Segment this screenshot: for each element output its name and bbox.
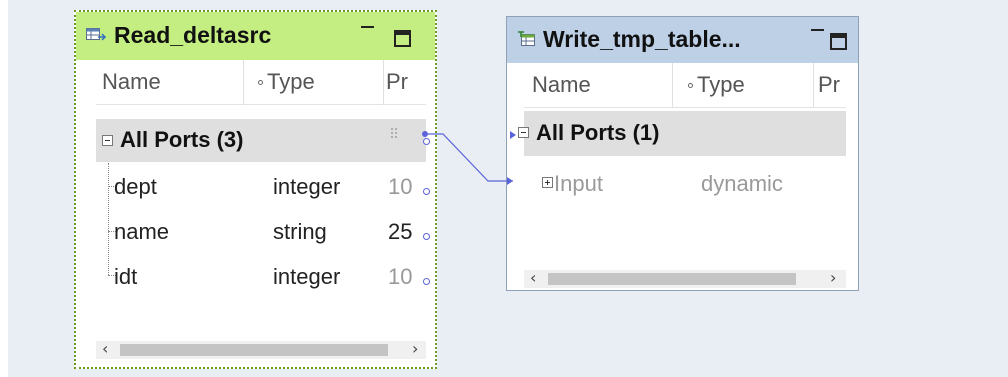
output-port-dot[interactable] bbox=[423, 138, 430, 145]
port-type: integer bbox=[273, 264, 341, 289]
port-type: integer bbox=[273, 174, 341, 199]
column-precision-header[interactable]: Pr bbox=[386, 69, 408, 95]
minimize-icon[interactable] bbox=[811, 29, 824, 31]
port-name: idt bbox=[114, 264, 138, 289]
sort-indicator-icon bbox=[258, 80, 263, 85]
source-title: Read_deltasrc bbox=[114, 22, 272, 48]
port-row-input[interactable]: Input dynamic bbox=[524, 161, 846, 206]
horizontal-scrollbar[interactable]: ‹ › bbox=[96, 339, 426, 359]
column-name-header[interactable]: Name bbox=[532, 72, 591, 98]
source-group-all-ports[interactable]: All Ports (3) bbox=[96, 119, 426, 162]
port-name: dept bbox=[114, 174, 157, 199]
read-table-icon bbox=[86, 28, 107, 49]
output-port-dot[interactable] bbox=[423, 188, 430, 195]
collapse-icon[interactable] bbox=[518, 127, 529, 138]
port-type: dynamic bbox=[701, 171, 783, 196]
collapse-icon[interactable] bbox=[102, 135, 113, 146]
port-name: name bbox=[114, 219, 170, 244]
input-port-triangle-icon[interactable] bbox=[510, 131, 516, 139]
group-label: All Ports (3) bbox=[120, 127, 244, 152]
maximize-icon[interactable] bbox=[830, 33, 847, 50]
port-row-dept[interactable]: dept integer 10 bbox=[96, 164, 426, 209]
source-column-header: Name Type Pr bbox=[96, 60, 426, 105]
source-titlebar[interactable]: Read_deltasrc bbox=[76, 12, 435, 60]
source-port-grid: Name Type Pr All Ports (3) dept integer … bbox=[96, 60, 426, 359]
target-port-grid: Name Type Pr All Ports (1) Input dynamic… bbox=[518, 63, 846, 290]
target-group-all-ports[interactable]: All Ports (1) bbox=[518, 111, 846, 156]
minimize-icon[interactable] bbox=[361, 26, 374, 28]
group-label: All Ports (1) bbox=[536, 120, 660, 145]
scroll-right-icon[interactable]: › bbox=[412, 339, 418, 358]
expand-icon[interactable] bbox=[542, 177, 553, 188]
port-type: string bbox=[273, 219, 327, 244]
scroll-left-icon[interactable]: ‹ bbox=[530, 268, 536, 287]
scroll-right-icon[interactable]: › bbox=[830, 268, 836, 287]
target-titlebar[interactable]: Write_tmp_table... bbox=[507, 17, 858, 63]
column-name-header[interactable]: Name bbox=[102, 69, 161, 95]
source-transformation[interactable]: Read_deltasrc Name Type Pr All Ports (3)… bbox=[74, 10, 437, 369]
column-type-header[interactable]: Type bbox=[267, 69, 315, 95]
port-precision: 10 bbox=[388, 264, 413, 289]
port-precision: 25 bbox=[388, 219, 413, 244]
horizontal-scrollbar[interactable]: ‹ › bbox=[524, 268, 846, 288]
output-port-dot[interactable] bbox=[423, 278, 430, 285]
port-name: Input bbox=[554, 171, 603, 196]
drag-grip-icon[interactable] bbox=[390, 127, 398, 139]
column-precision-header[interactable]: Pr bbox=[818, 72, 840, 98]
output-port-dot[interactable] bbox=[423, 233, 430, 240]
column-type-header[interactable]: Type bbox=[697, 72, 745, 98]
target-column-header: Name Type Pr bbox=[524, 63, 846, 108]
port-precision: 10 bbox=[388, 174, 413, 199]
scrollbar-thumb[interactable] bbox=[120, 344, 388, 356]
port-row-name[interactable]: name string 25 bbox=[96, 209, 426, 254]
maximize-icon[interactable] bbox=[394, 30, 411, 47]
target-transformation[interactable]: Write_tmp_table... Name Type Pr All Port… bbox=[506, 16, 859, 291]
scrollbar-thumb[interactable] bbox=[548, 273, 796, 285]
write-table-icon bbox=[517, 31, 537, 52]
target-title: Write_tmp_table... bbox=[543, 26, 741, 52]
sort-indicator-icon bbox=[688, 83, 693, 88]
port-row-idt[interactable]: idt integer 10 bbox=[96, 254, 426, 299]
scroll-left-icon[interactable]: ‹ bbox=[102, 339, 108, 358]
